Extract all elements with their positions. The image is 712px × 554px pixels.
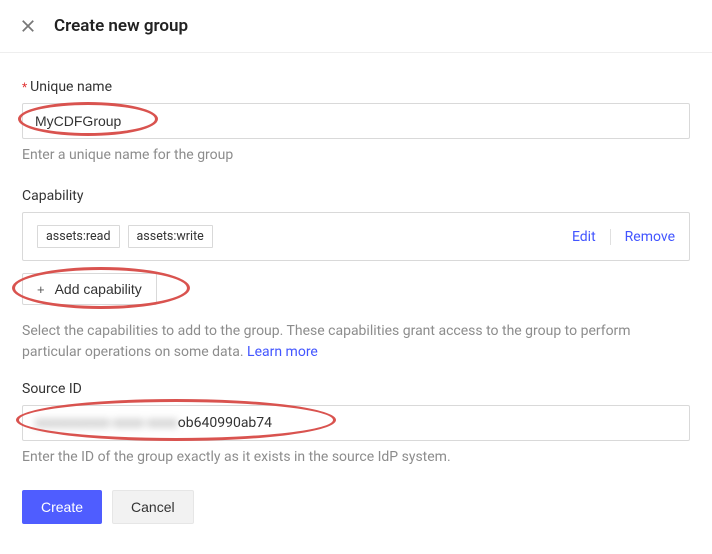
source-id-helper: Enter the ID of the group exactly as it … xyxy=(22,447,690,468)
modal-header: Create new group xyxy=(0,0,712,53)
add-capability-button[interactable]: + Add capability xyxy=(22,273,157,305)
edit-capability-link[interactable]: Edit xyxy=(572,229,596,245)
remove-capability-link[interactable]: Remove xyxy=(625,229,675,245)
capability-helper: Select the capabilities to add to the gr… xyxy=(22,321,690,363)
required-asterisk: * xyxy=(22,80,27,94)
modal-title: Create new group xyxy=(54,16,188,36)
capability-tag: assets:read xyxy=(37,225,120,248)
capability-helper-text: Select the capabilities to add to the gr… xyxy=(22,323,631,360)
source-id-visible-suffix: ob640990ab74 xyxy=(178,415,272,431)
capability-tags: assets:read assets:write xyxy=(37,225,213,248)
unique-name-helper: Enter a unique name for the group xyxy=(22,145,690,166)
unique-name-input[interactable] xyxy=(22,103,690,139)
source-id-section: Source ID xxxxxxxxxx-xxxx-xxxx ob640990a… xyxy=(22,381,690,468)
capability-label: Capability xyxy=(22,188,690,204)
learn-more-link[interactable]: Learn more xyxy=(247,344,318,360)
close-icon[interactable] xyxy=(20,18,36,34)
source-id-input[interactable]: xxxxxxxxxx-xxxx-xxxx ob640990ab74 xyxy=(22,405,690,441)
source-id-label: Source ID xyxy=(22,381,690,397)
separator xyxy=(610,229,611,245)
footer-buttons: Create Cancel xyxy=(22,490,690,524)
capability-tag: assets:write xyxy=(128,225,213,248)
unique-name-label: *Unique name xyxy=(22,79,690,95)
source-id-obscured: xxxxxxxxxx-xxxx-xxxx xyxy=(35,415,178,431)
capability-section: Capability assets:read assets:write Edit… xyxy=(22,188,690,363)
capability-box: assets:read assets:write Edit Remove xyxy=(22,212,690,261)
create-button[interactable]: Create xyxy=(22,490,102,524)
cancel-button[interactable]: Cancel xyxy=(112,490,194,524)
unique-name-label-text: Unique name xyxy=(30,79,112,95)
add-capability-label: Add capability xyxy=(55,281,142,297)
plus-icon: + xyxy=(37,282,45,297)
unique-name-section: *Unique name Enter a unique name for the… xyxy=(22,79,690,166)
